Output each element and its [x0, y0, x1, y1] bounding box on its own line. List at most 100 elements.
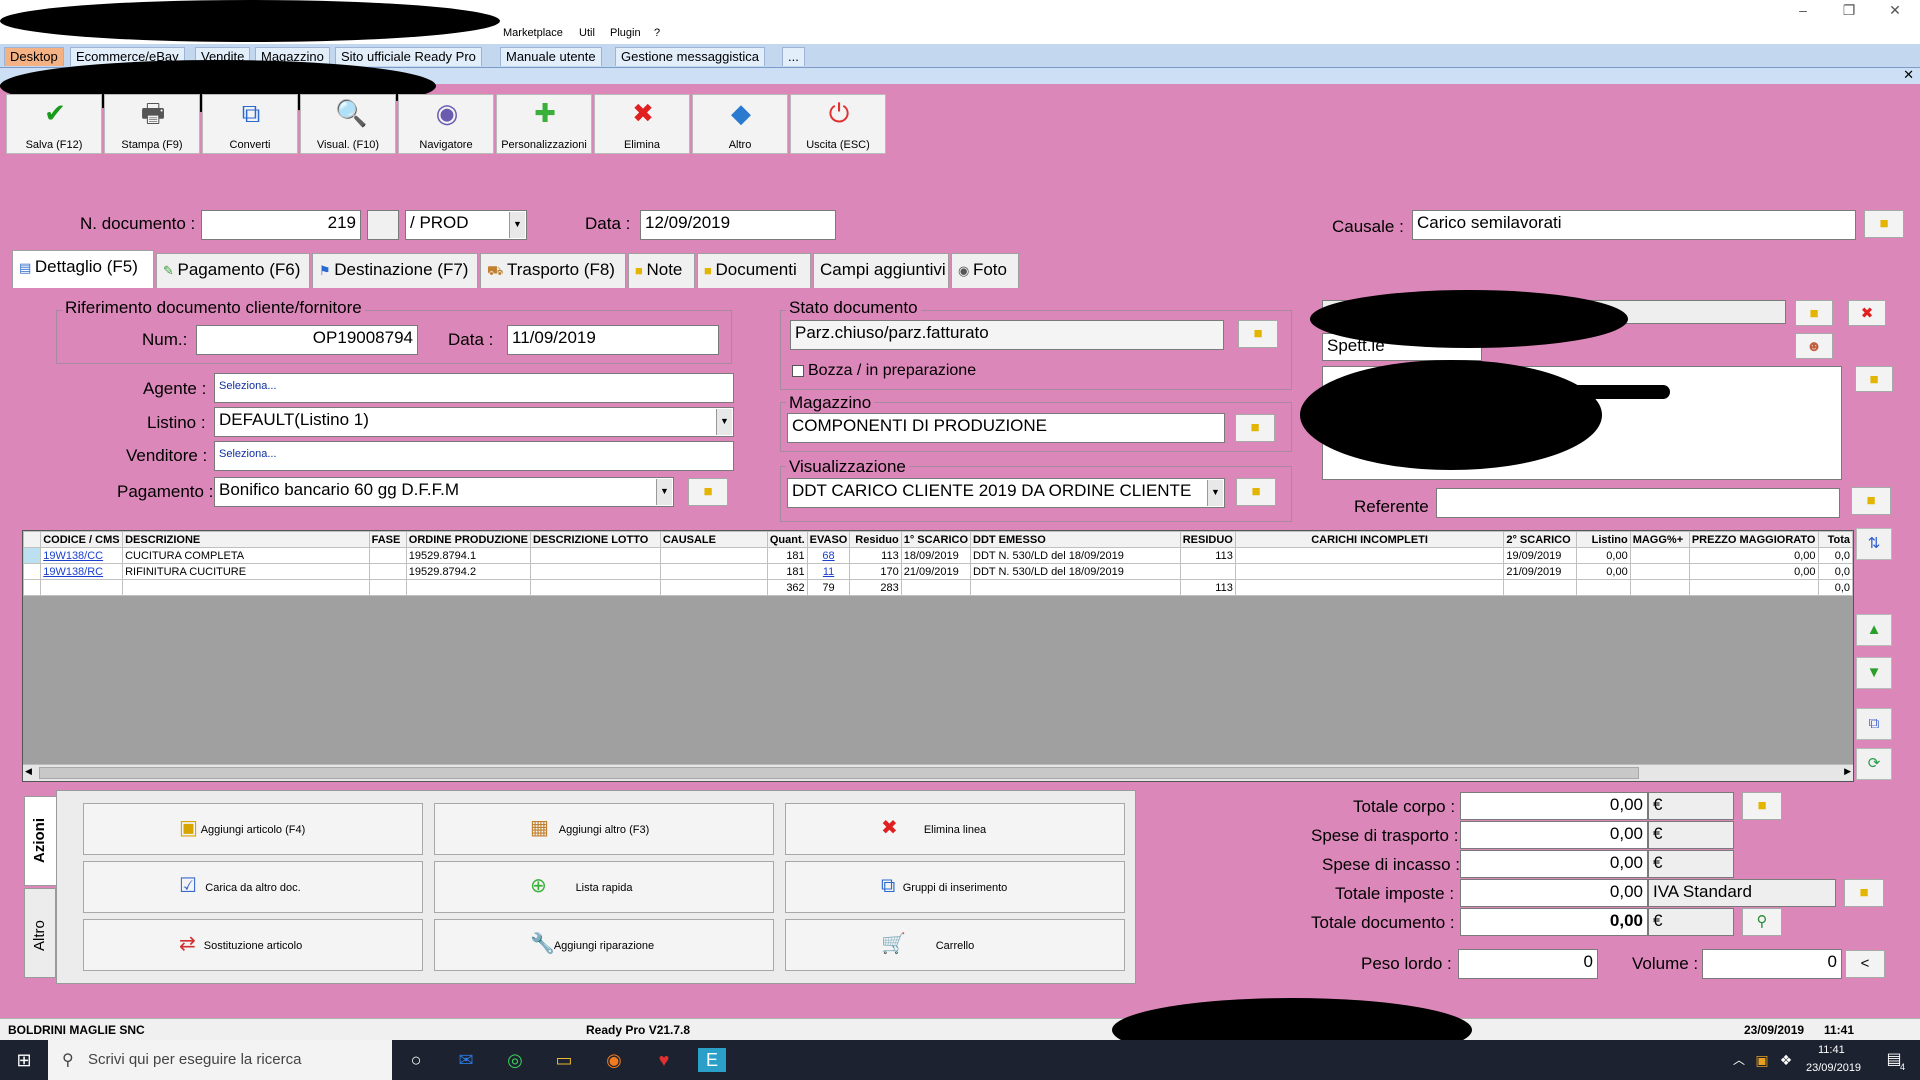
copy-icon[interactable]: ⧉ — [1856, 708, 1892, 740]
referente-folder-icon[interactable]: ■ — [1851, 487, 1891, 515]
column-header[interactable]: CARICHI INCOMPLETI — [1234, 531, 1505, 548]
series-select[interactable]: / PROD ▼ — [405, 210, 527, 240]
tab-note[interactable]: ■ Note — [628, 253, 695, 288]
task-view-icon[interactable]: ○ — [402, 1048, 430, 1072]
horizontal-scrollbar[interactable]: ◀ ▶ — [23, 764, 1853, 781]
tab-pagamento[interactable]: ✎ Pagamento (F6) — [156, 253, 310, 288]
causale-input[interactable]: Carico semilavorati — [1412, 210, 1856, 240]
chevron-down-icon[interactable]: ▼ — [1207, 480, 1223, 506]
tab-altro[interactable]: Altro — [24, 888, 56, 978]
move-up-icon[interactable]: ▲ — [1856, 614, 1892, 646]
n-documento-suffix[interactable] — [367, 210, 399, 240]
causale-folder-icon[interactable]: ■ — [1864, 210, 1904, 238]
column-header[interactable]: DESCRIZIONE LOTTO — [529, 531, 661, 548]
action-sostituzione-articolo-button[interactable]: ⇄ Sostituzione articolo — [83, 919, 423, 971]
column-header[interactable]: 1° SCARICO — [900, 531, 972, 548]
table-cell[interactable]: 19W138/CC — [40, 547, 124, 564]
action-aggiungi-articolo-button[interactable]: ▣ Aggiungi articolo (F4) — [83, 803, 423, 855]
table-cell[interactable]: 11 — [806, 563, 851, 580]
minimize-icon[interactable]: – — [1788, 2, 1818, 18]
scrollbar-thumb[interactable] — [39, 767, 1639, 779]
action-carica-da-altro-doc-button[interactable]: ☑ Carica da altro doc. — [83, 861, 423, 913]
close-icon[interactable]: ✕ — [1880, 2, 1910, 19]
menu-util[interactable]: Util — [579, 27, 595, 39]
tab-desktop[interactable]: Desktop — [4, 47, 64, 66]
row-selector[interactable] — [23, 579, 42, 596]
venditore-select[interactable]: Seleziona... — [214, 441, 734, 471]
dropbox-icon[interactable]: ❖ — [1772, 1048, 1800, 1072]
cliente-clear-icon[interactable]: ✖ — [1848, 300, 1886, 326]
tab-manuale-utente[interactable]: Manuale utente — [500, 47, 602, 66]
totals-row[interactable]: 362 79 283 113 0,0 — [23, 579, 1853, 596]
column-header[interactable]: MAGG%+ — [1629, 531, 1690, 548]
whatsapp-icon[interactable]: ◎ — [501, 1048, 529, 1072]
bozza-checkbox[interactable] — [792, 365, 804, 377]
magazzino-input[interactable]: COMPONENTI DI PRODUZIONE — [787, 413, 1225, 443]
magazzino-folder-icon[interactable]: ■ — [1235, 414, 1275, 442]
toolbar-button-uscita-esc[interactable]: ⏻ Uscita (ESC) — [790, 94, 886, 154]
menu-marketplace[interactable]: Marketplace — [503, 27, 563, 39]
restore-icon[interactable]: ❐ — [1834, 2, 1864, 19]
toolbar-button-visual-f10[interactable]: 🔍 Visual. (F10) — [300, 94, 396, 154]
column-header[interactable]: ORDINE PRODUZIONE — [405, 531, 531, 548]
action-lista-rapida-button[interactable]: ⊕ Lista rapida — [434, 861, 774, 913]
column-header[interactable]: Residuo — [849, 531, 902, 548]
riferimento-num-input[interactable]: OP19008794 — [196, 325, 418, 355]
tab-trasporto[interactable]: ⛟ Trasporto (F8) — [480, 253, 626, 288]
riferimento-data-input[interactable]: 11/09/2019 — [507, 325, 719, 355]
file-explorer-icon[interactable]: ▭ — [550, 1048, 578, 1072]
address-folder-icon[interactable]: ■ — [1855, 366, 1893, 392]
pagamento-folder-icon[interactable]: ■ — [688, 478, 728, 506]
collapse-button[interactable]: < — [1845, 950, 1885, 978]
ready-pro-icon[interactable]: E — [698, 1048, 726, 1072]
tab-azioni[interactable]: Azioni — [24, 796, 56, 886]
column-header[interactable]: 2° SCARICO — [1503, 531, 1578, 548]
firefox-icon[interactable]: ◉ — [600, 1048, 628, 1072]
scroll-right-icon[interactable]: ▶ — [1844, 766, 1851, 777]
app-strawberry-icon[interactable]: ♥ — [650, 1048, 678, 1072]
action-elimina-linea-button[interactable]: ✖ Elimina linea — [785, 803, 1125, 855]
column-header[interactable]: FASE — [368, 531, 407, 548]
iva-folder-icon[interactable]: ■ — [1844, 879, 1884, 907]
table-cell[interactable]: 79 — [806, 579, 851, 596]
table-cell[interactable]: 19W138/RC — [40, 563, 124, 580]
totale-corpo-folder-icon[interactable]: ■ — [1742, 792, 1782, 820]
toolbar-button-salva-f12[interactable]: ✔ Salva (F12) — [6, 94, 102, 154]
row-selector[interactable] — [23, 563, 42, 580]
column-header[interactable]: EVASO — [806, 531, 851, 548]
referente-input[interactable] — [1436, 488, 1840, 518]
person-icon[interactable]: ☻ — [1795, 333, 1833, 359]
column-header[interactable]: RESIDUO — [1179, 531, 1236, 548]
row-selector[interactable] — [23, 547, 42, 564]
move-down-icon[interactable]: ▼ — [1856, 657, 1892, 689]
toolbar-button-altro[interactable]: ◆ Altro — [692, 94, 788, 154]
chevron-down-icon[interactable]: ▼ — [509, 212, 525, 238]
windows-start-icon[interactable]: ⊞ — [10, 1048, 38, 1072]
toolbar-button-personalizzazioni[interactable]: ✚ Personalizzazioni — [496, 94, 592, 154]
tab-gestione-messaggistica[interactable]: Gestione messaggistica — [615, 47, 766, 66]
agente-select[interactable]: Seleziona... — [214, 373, 734, 403]
action-aggiungi-altro-button[interactable]: ▦ Aggiungi altro (F3) — [434, 803, 774, 855]
table-cell[interactable]: 68 — [806, 547, 851, 564]
column-header[interactable]: Listino — [1576, 531, 1631, 548]
action-carrello-button[interactable]: 🛒 Carrello — [785, 919, 1125, 971]
chevron-down-icon[interactable]: ▼ — [656, 479, 672, 505]
column-header[interactable]: DDT EMESSO — [970, 531, 1181, 548]
tab-foto[interactable]: ◉ Foto — [951, 253, 1019, 288]
tab-more[interactable]: ... — [782, 47, 805, 66]
table-row[interactable]: 19W138/CC CUCITURA COMPLETA 19529.8794.1 18… — [23, 547, 1853, 564]
refresh-icon[interactable]: ⟳ — [1856, 748, 1892, 780]
column-header[interactable]: CODICE / CMS — [40, 531, 124, 548]
tab-dettaglio[interactable]: ▤ Dettaglio (F5) — [12, 250, 154, 289]
volume-input[interactable]: 0 — [1702, 949, 1842, 979]
tab-sito-ufficiale[interactable]: Sito ufficiale Ready Pro — [335, 47, 482, 66]
n-documento-input[interactable]: 219 — [201, 210, 361, 240]
menu-help[interactable]: ? — [654, 27, 660, 39]
toolbar-button-elimina[interactable]: ✖ Elimina — [594, 94, 690, 154]
table-row[interactable]: 19W138/RC RIFINITURA CUCITURE 19529.8794.2… — [23, 563, 1853, 580]
taskbar-search[interactable]: ⚲ Scrivi qui per eseguire la ricerca — [48, 1040, 392, 1080]
visualizzazione-select[interactable]: DDT CARICO CLIENTE 2019 DA ORDINE CLIENT… — [787, 478, 1225, 508]
stato-folder-icon[interactable]: ■ — [1238, 320, 1278, 348]
cliente-folder-icon[interactable]: ■ — [1795, 300, 1833, 326]
action-aggiungi-riparazione-button[interactable]: 🔧 Aggiungi riparazione — [434, 919, 774, 971]
